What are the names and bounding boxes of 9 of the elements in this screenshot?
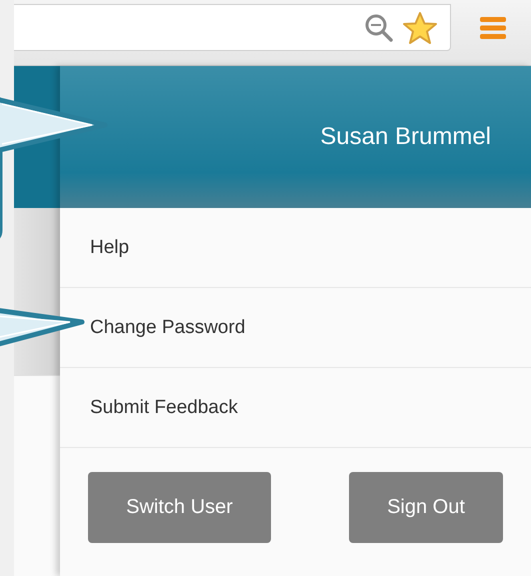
menu-icon[interactable] [480, 16, 506, 40]
star-icon[interactable] [402, 10, 438, 44]
menu-item[interactable]: Help [60, 208, 531, 288]
user-name: Susan Brummel [320, 123, 491, 151]
address-bar[interactable] [14, 4, 451, 51]
zoom-out-icon[interactable] [364, 12, 394, 42]
menu-item[interactable]: Submit Feedback [60, 368, 531, 448]
menu-button[interactable]: Sign Out [349, 472, 503, 543]
menu-button[interactable]: Switch User [88, 472, 271, 543]
